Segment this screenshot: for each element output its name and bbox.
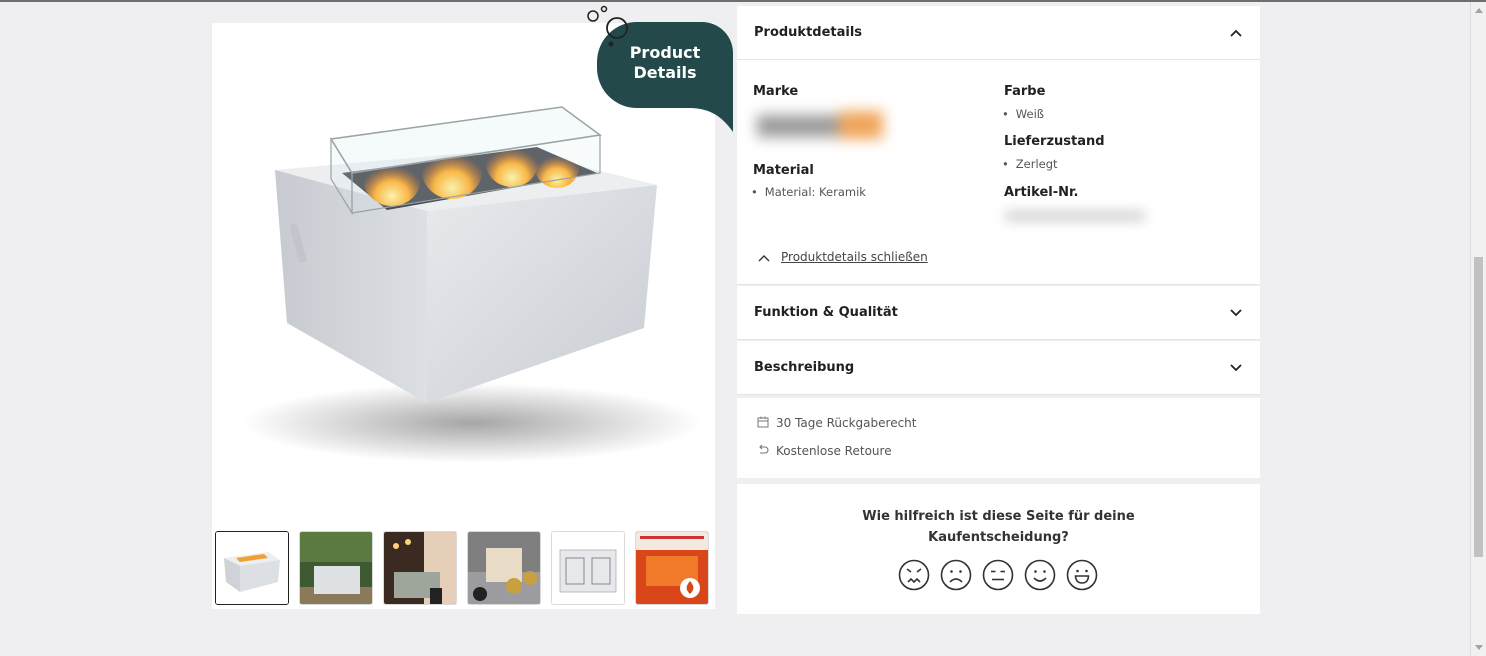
feedback-question-line-2: Kaufentscheidung? xyxy=(928,530,1069,545)
farbe-label: Farbe xyxy=(1004,84,1046,99)
farbe-value: Weiß xyxy=(1002,107,1044,121)
marke-label: Marke xyxy=(753,84,799,99)
feedback-box: Wie hilfreich ist diese Seite für deine … xyxy=(737,484,1260,614)
produktdetails-body: Marke Material Material: Keramik Farbe W… xyxy=(737,60,1260,285)
produktdetails-header[interactable]: Produktdetails xyxy=(737,6,1260,60)
scroll-up-arrow-icon[interactable] xyxy=(1475,8,1483,13)
calendar-icon xyxy=(757,416,769,428)
chevron-down-icon xyxy=(1230,309,1242,317)
free-return-text: Kostenlose Retoure xyxy=(776,444,892,458)
return-arrow-icon xyxy=(759,444,769,454)
very-happy-face-icon[interactable] xyxy=(1066,559,1098,591)
produktdetails-close-link[interactable]: Produktdetails schließen xyxy=(781,250,928,264)
neutral-face-icon[interactable] xyxy=(982,559,1014,591)
thumbnail-2[interactable] xyxy=(299,531,373,605)
window-top-border xyxy=(0,0,1486,2)
return-right-row: 30 Tage Rückgaberecht xyxy=(757,416,916,430)
thumbnail-1[interactable] xyxy=(215,531,289,605)
return-right-text: 30 Tage Rückgaberecht xyxy=(776,416,917,430)
badge-text[interactable]: Product Details xyxy=(600,43,730,83)
marke-value-redacted xyxy=(757,111,883,139)
artikel-nr-redacted xyxy=(1005,211,1145,221)
feedback-question: Wie hilfreich ist diese Seite für deine … xyxy=(737,506,1260,548)
material-label: Material xyxy=(753,163,814,178)
scroll-down-arrow-icon[interactable] xyxy=(1475,645,1483,650)
feedback-question-line-1: Wie hilfreich ist diese Seite für deine xyxy=(862,509,1135,524)
chevron-up-icon xyxy=(1230,29,1242,37)
badge-line-1: Product xyxy=(629,43,701,62)
free-return-row: Kostenlose Retoure xyxy=(757,444,892,458)
artikel-nr-label: Artikel-Nr. xyxy=(1004,185,1079,200)
feedback-faces xyxy=(898,559,1100,591)
lieferzustand-label: Lieferzustand xyxy=(1004,134,1105,149)
thumbnail-strip xyxy=(215,531,713,607)
funktion-qualitaet-title: Funktion & Qualität xyxy=(754,305,898,320)
chevron-down-icon xyxy=(1230,364,1242,372)
service-info: 30 Tage Rückgaberecht Kostenlose Retoure xyxy=(737,398,1260,478)
produktdetails-title: Produktdetails xyxy=(754,25,863,40)
very-unhappy-face-icon[interactable] xyxy=(898,559,930,591)
scrollbar-thumb[interactable] xyxy=(1474,257,1483,557)
badge-line-2: Details xyxy=(633,63,697,82)
thumbnail-3[interactable] xyxy=(383,531,457,605)
chevron-up-icon[interactable] xyxy=(757,252,771,264)
page-scrollbar[interactable] xyxy=(1470,2,1486,656)
happy-face-icon[interactable] xyxy=(1024,559,1056,591)
lieferzustand-value: Zerlegt xyxy=(1002,157,1058,171)
unhappy-face-icon[interactable] xyxy=(940,559,972,591)
beschreibung-header[interactable]: Beschreibung xyxy=(737,341,1260,395)
thumbnail-4[interactable] xyxy=(467,531,541,605)
funktion-qualitaet-header[interactable]: Funktion & Qualität xyxy=(737,286,1260,340)
beschreibung-title: Beschreibung xyxy=(754,360,855,375)
thumbnail-5[interactable] xyxy=(551,531,625,605)
material-value: Material: Keramik xyxy=(751,185,866,199)
thumbnail-6[interactable] xyxy=(635,531,709,605)
